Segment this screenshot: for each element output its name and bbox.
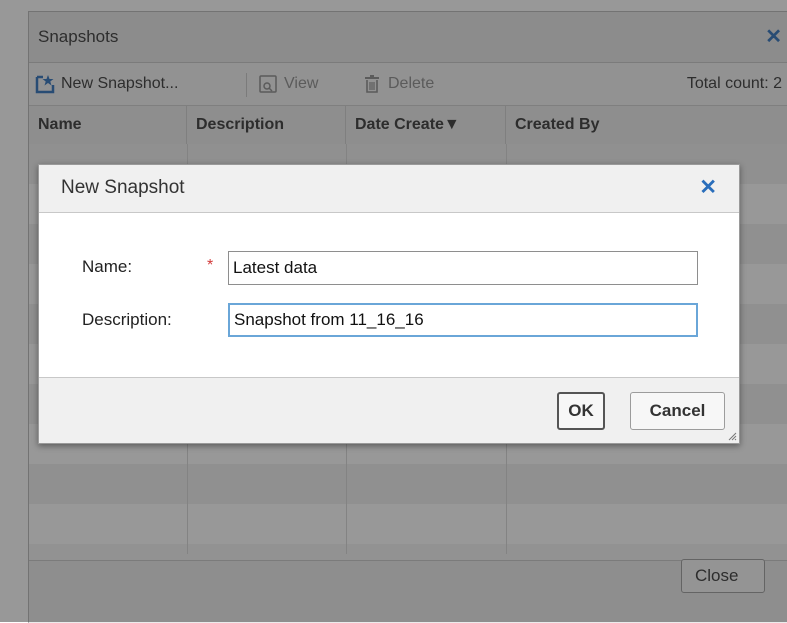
new-snapshot-dialog: New Snapshot ✕ Name: * Description: OK C… bbox=[38, 164, 740, 444]
name-field[interactable] bbox=[228, 251, 698, 285]
dialog-title: New Snapshot bbox=[61, 177, 185, 198]
dialog-title-bar: New Snapshot ✕ bbox=[39, 165, 739, 213]
resize-grip-icon[interactable] bbox=[727, 431, 737, 441]
dialog-close-icon[interactable]: ✕ bbox=[699, 175, 717, 200]
required-asterisk-icon: * bbox=[207, 257, 214, 274]
cancel-button[interactable]: Cancel bbox=[630, 392, 725, 430]
description-label: Description: bbox=[82, 310, 172, 329]
name-label: Name: bbox=[82, 257, 133, 276]
description-field[interactable] bbox=[228, 303, 698, 337]
ok-button[interactable]: OK bbox=[557, 392, 605, 430]
